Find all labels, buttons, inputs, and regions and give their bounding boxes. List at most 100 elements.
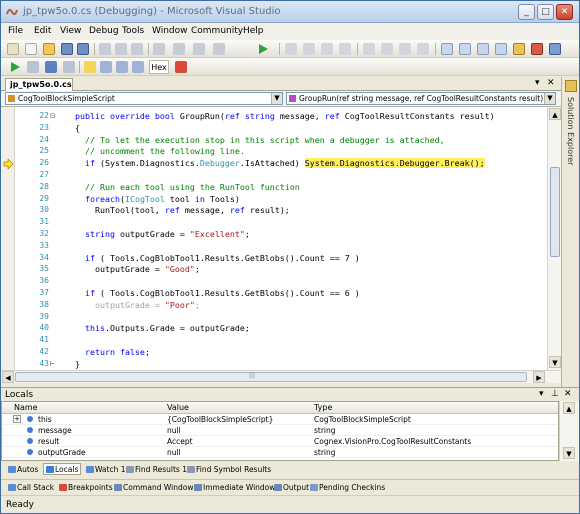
tab-autos[interactable]: Autos [5,463,41,475]
paste-icon[interactable] [131,43,143,55]
bookmark-icon[interactable] [441,43,453,55]
hex-toggle-button[interactable]: Hex [149,60,169,74]
tab-find-symbol-results[interactable]: Find Symbol Results [184,463,274,475]
tab-jp-tpw5o-cs[interactable]: jp_tpw5o.0.cs [5,78,73,91]
code-line[interactable]: outputGrade = "Good"; [65,264,200,274]
step-into-icon[interactable] [100,61,112,73]
editor-horizontal-scrollbar[interactable]: ◀ ||| ▶ [1,370,561,383]
prev-bookmark-icon[interactable] [459,43,471,55]
chevron-down-icon[interactable]: ▼ [271,93,282,104]
menu-help[interactable]: Help [243,26,264,36]
menu-debug[interactable]: Debug [89,26,119,36]
scroll-thumb[interactable] [550,167,560,257]
replace-icon[interactable] [339,43,351,55]
menu-tools[interactable]: Tools [122,26,144,36]
scroll-down-arrow-icon[interactable]: ▼ [563,447,575,459]
code-line[interactable]: } [65,359,80,369]
comment-icon[interactable] [399,43,411,55]
locals-row[interactable]: + this {CogToolBlockSimpleScript} CogToo… [2,414,558,425]
save-all-icon[interactable] [77,43,89,55]
locals-row[interactable]: outputGrade null string [2,447,558,458]
auto-hide-pin-icon[interactable]: ⊥ [551,389,559,399]
add-item-icon[interactable] [25,43,37,55]
indent-icon[interactable] [363,43,375,55]
find-icon[interactable] [303,43,315,55]
column-header-name[interactable]: Name [14,403,38,412]
stop-debugging-icon[interactable] [45,61,57,73]
class-combo[interactable]: CogToolBlockSimpleScript ▼ [5,92,283,105]
tab-list-dropdown[interactable]: ▾ [535,78,540,88]
tab-pending-checkins[interactable]: Pending Checkins [307,481,388,493]
column-header-value[interactable]: Value [167,403,189,412]
code-line[interactable]: outputGrade = "Poor"; [65,300,200,310]
save-icon[interactable] [61,43,73,55]
new-project-icon[interactable] [7,43,19,55]
breakpoint-gutter[interactable] [1,107,15,370]
code-line[interactable]: // uncomment the following line. [65,146,245,156]
tab-command-window[interactable]: Command Window [111,481,197,493]
menu-view[interactable]: View [60,26,81,36]
code-line[interactable]: return false; [65,347,150,357]
breakpoints-window-icon[interactable] [175,61,187,73]
properties-icon[interactable] [531,43,543,55]
fold-marker-icon[interactable]: ⊢ [50,359,55,368]
break-all-icon[interactable] [27,61,39,73]
expand-plus-icon[interactable]: + [13,415,21,423]
tab-immediate-window[interactable]: Immediate Window [191,481,278,493]
menu-file[interactable]: File [8,26,23,36]
clear-bookmarks-icon[interactable] [495,43,507,55]
fold-marker-icon[interactable]: ⊟ [50,111,55,120]
continue-icon[interactable] [257,43,269,55]
solution-explorer-icon[interactable] [513,43,525,55]
next-bookmark-icon[interactable] [477,43,489,55]
continue-icon[interactable] [9,61,21,73]
redo-icon[interactable] [173,43,185,55]
code-line[interactable]: // Run each tool using the RunTool funct… [65,182,300,192]
cut-icon[interactable] [99,43,111,55]
uncomment-icon[interactable] [417,43,429,55]
tab-call-stack[interactable]: Call Stack [5,481,57,493]
outdent-icon[interactable] [381,43,393,55]
locals-row[interactable]: message null string [2,425,558,436]
toolbox-icon[interactable] [549,43,561,55]
code-line[interactable]: if (System.Diagnostics.Debugger.IsAttach… [65,158,485,169]
close-button[interactable]: ✕ [556,4,573,20]
tab-breakpoints[interactable]: Breakpoints [56,481,116,493]
tab-close-button[interactable]: ✕ [547,78,555,88]
step-over-icon[interactable] [116,61,128,73]
code-line[interactable]: if ( Tools.CogBlobTool1.Results.GetBlobs… [65,288,360,298]
code-line[interactable]: this.Outputs.Grade = outputGrade; [65,323,250,333]
chevron-down-icon[interactable]: ▼ [544,93,555,104]
navigate-backward-icon[interactable] [193,43,205,55]
restart-icon[interactable] [63,61,75,73]
scroll-left-arrow-icon[interactable]: ◀ [2,371,14,383]
step-out-icon[interactable] [132,61,144,73]
member-combo[interactable]: GroupRun(ref string message, ref CogTool… [286,92,556,105]
menu-community[interactable]: Community [191,26,243,36]
menu-window[interactable]: Window [152,26,188,36]
copy-icon[interactable] [115,43,127,55]
solution-explorer-side-tab[interactable]: Solution Explorer [561,77,579,389]
code-line[interactable]: string outputGrade = "Excellent"; [65,229,250,239]
horizontal-scroll-thumb[interactable] [15,372,527,382]
editor-vertical-scrollbar[interactable]: ▲ ▼ [547,107,561,370]
column-header-type[interactable]: Type [314,403,332,412]
tab-locals[interactable]: Locals [43,463,82,475]
locals-row[interactable]: result Accept Cognex.VisionPro.CogToolRe… [2,436,558,447]
navigate-forward-icon[interactable] [213,43,225,55]
scroll-up-arrow-icon[interactable]: ▲ [549,108,561,120]
show-next-statement-icon[interactable] [84,61,96,73]
locals-vertical-scrollbar[interactable]: ▲ ▼ [559,401,579,461]
scroll-up-arrow-icon[interactable]: ▲ [563,402,575,414]
code-line[interactable]: public override bool GroupRun(ref string… [65,111,495,121]
code-line[interactable]: RunTool(tool, ref message, ref result); [65,205,290,215]
maximize-button[interactable]: □ [537,4,554,20]
open-file-icon[interactable] [43,43,55,55]
scroll-right-arrow-icon[interactable]: ▶ [533,371,545,383]
code-line[interactable]: // To let the execution stop in this scr… [65,135,445,145]
solution-config-icon[interactable] [285,43,297,55]
window-position-dropdown[interactable]: ▾ [539,389,544,399]
code-line[interactable]: { [65,123,80,133]
scroll-down-arrow-icon[interactable]: ▼ [549,356,561,368]
find-in-files-icon[interactable] [321,43,333,55]
